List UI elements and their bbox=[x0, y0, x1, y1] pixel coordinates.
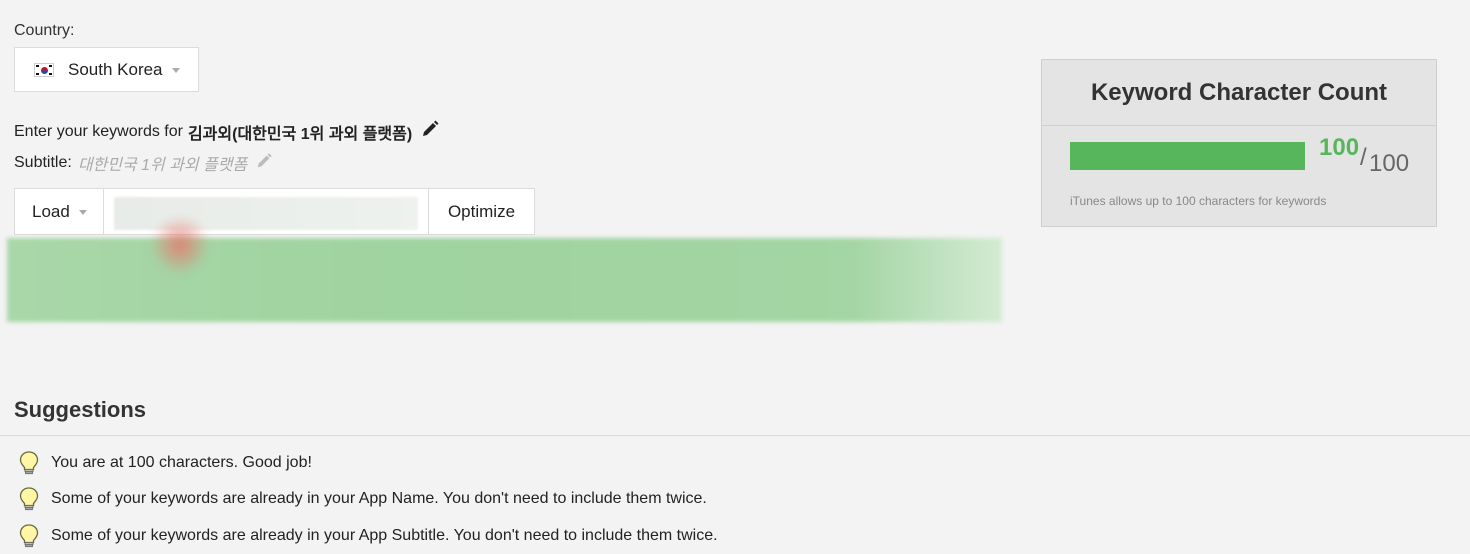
country-label: Country: bbox=[14, 22, 75, 39]
subtitle-line: Subtitle: 대한민국 1위 과외 플랫폼 bbox=[14, 151, 273, 175]
suggestion-item: You are at 100 characters. Good job! bbox=[18, 450, 312, 476]
optimize-button[interactable]: Optimize bbox=[429, 188, 535, 235]
suggestions-title: Suggestions bbox=[14, 397, 147, 422]
lightbulb-icon bbox=[19, 524, 39, 548]
character-count-slash: / bbox=[1360, 144, 1367, 171]
subtitle-label: Subtitle: bbox=[14, 154, 72, 171]
load-label: Load bbox=[32, 201, 70, 221]
character-count-max: 100 bbox=[1369, 150, 1410, 177]
character-count-note: iTunes allows up to 100 characters for k… bbox=[1070, 194, 1327, 208]
lightbulb-icon bbox=[19, 487, 39, 511]
country-dropdown[interactable]: South Korea bbox=[14, 47, 199, 92]
load-dropdown-button[interactable]: Load bbox=[14, 188, 104, 235]
keyword-input-wrapper bbox=[104, 188, 429, 235]
south-korea-flag-icon bbox=[34, 62, 54, 77]
lightbulb-icon bbox=[19, 451, 39, 475]
character-count-panel: Keyword Character Count 100 / 100 iTunes… bbox=[1041, 59, 1437, 227]
character-count-title: Keyword Character Count bbox=[1042, 60, 1436, 126]
keywords-heading: Enter your keywords for 김과외(대한민국 1위 과외 플… bbox=[14, 119, 440, 144]
keywords-prefix: Enter your keywords for bbox=[14, 122, 183, 140]
character-count-progress-fill bbox=[1070, 142, 1305, 170]
suggestion-item: Some of your keywords are already in you… bbox=[18, 523, 718, 549]
edit-subtitle-pencil-icon[interactable] bbox=[255, 152, 273, 175]
suggestions-divider bbox=[0, 435, 1470, 436]
character-count-current: 100 bbox=[1319, 134, 1360, 161]
subtitle-value: 대한민국 1위 과외 플랫폼 bbox=[77, 157, 248, 174]
country-selected-value: South Korea bbox=[68, 59, 163, 79]
edit-app-name-pencil-icon[interactable] bbox=[420, 119, 440, 144]
keyword-optimizer-page: Country: South Korea Enter your keywords… bbox=[0, 0, 1470, 554]
suggestion-text: You are at 100 characters. Good job! bbox=[51, 454, 312, 471]
keyword-toolbar: Load Optimize bbox=[14, 188, 535, 235]
suggestion-text: Some of your keywords are already in you… bbox=[51, 527, 718, 544]
character-count-progress bbox=[1070, 142, 1305, 170]
keyword-highlight-mark bbox=[150, 215, 210, 275]
suggestion-text: Some of your keywords are already in you… bbox=[51, 490, 707, 507]
suggestion-item: Some of your keywords are already in you… bbox=[18, 486, 707, 512]
app-name: 김과외(대한민국 1위 과외 플랫폼) bbox=[187, 125, 413, 143]
chevron-down-icon bbox=[171, 68, 180, 73]
chevron-down-icon bbox=[78, 210, 87, 215]
